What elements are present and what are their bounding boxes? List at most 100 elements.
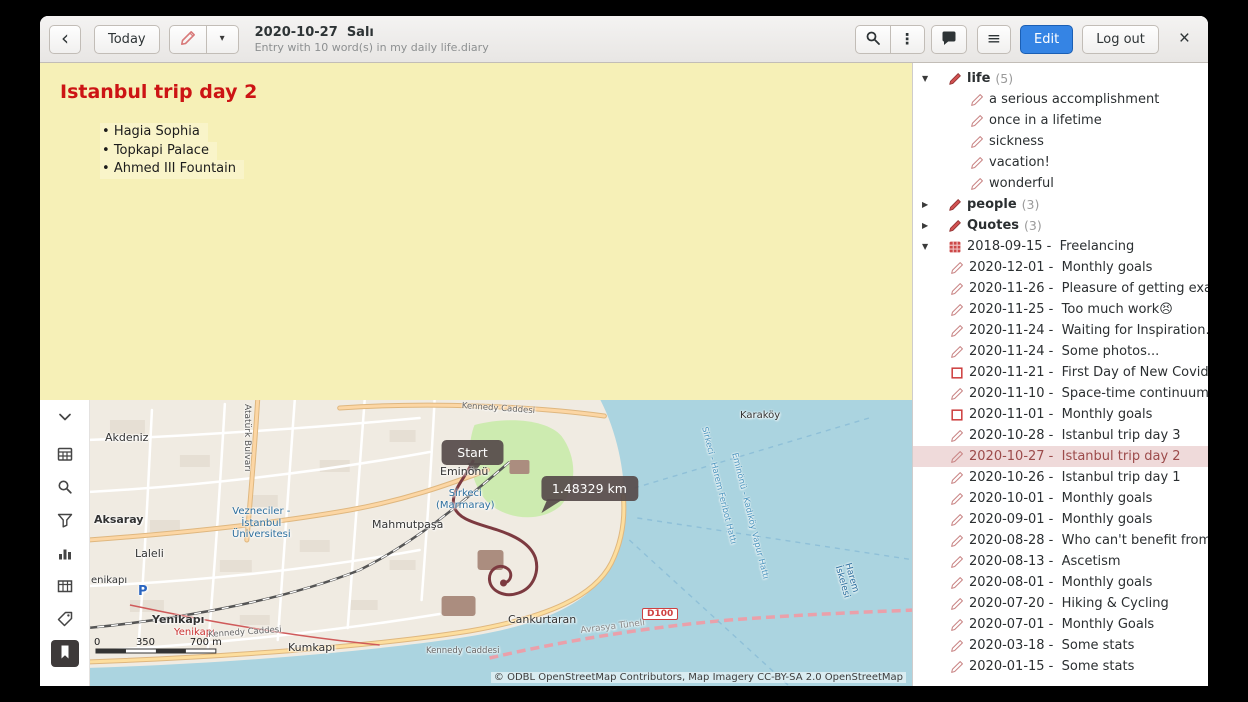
- bookmark-icon: [56, 643, 74, 664]
- expander-open-icon[interactable]: ▼: [920, 242, 948, 251]
- sidebar-item-label: 2020-10-28 - Istanbul trip day 3: [969, 428, 1181, 443]
- sidebar-item[interactable]: 2020-11-26 - Pleasure of getting exac...: [913, 278, 1208, 299]
- logout-button[interactable]: Log out: [1082, 25, 1159, 54]
- sidebar-item-label: Quotes: [967, 218, 1019, 233]
- sidebar-item[interactable]: 2020-10-28 - Istanbul trip day 3: [913, 425, 1208, 446]
- sidebar-item-count: (3): [1024, 218, 1042, 233]
- tags-button[interactable]: [51, 607, 79, 634]
- charts-button[interactable]: [51, 541, 79, 568]
- sidebar-item[interactable]: 2020-11-10 - Space-time continuum: [913, 383, 1208, 404]
- pencil-icon: [970, 177, 985, 191]
- sidebar-item-label: 2020-11-10 - Space-time continuum: [969, 386, 1208, 401]
- filter-button[interactable]: [51, 508, 79, 535]
- map-toolbar: [40, 400, 90, 686]
- sidebar-item[interactable]: 2020-08-28 - Who can't benefit from ...: [913, 530, 1208, 551]
- sidebar-item-label: 2020-07-01 - Monthly Goals: [969, 617, 1154, 632]
- title-block: 2020-10-27 Salı Entry with 10 word(s) in…: [255, 25, 489, 54]
- kebab-menu-icon: ⋮: [900, 32, 915, 47]
- pencil-icon: [950, 450, 965, 464]
- sidebar-item[interactable]: 2020-08-13 - Ascetism: [913, 551, 1208, 572]
- sidebar-item-label: 2020-11-26 - Pleasure of getting exac...: [969, 281, 1208, 296]
- sidebar-item[interactable]: 2020-11-24 - Some photos...: [913, 341, 1208, 362]
- table-view-button[interactable]: [51, 574, 79, 601]
- map-canvas[interactable]: Start 1.48329 km 0 350 700 m: [90, 400, 912, 686]
- sidebar-item-label: vacation!: [989, 155, 1050, 170]
- expander-closed-icon[interactable]: ▶: [920, 221, 948, 230]
- pencil-solid-icon: [948, 219, 963, 233]
- back-button[interactable]: ‹: [49, 25, 81, 54]
- entry-editor[interactable]: Istanbul trip day 2 Hagia SophiaTopkapi …: [40, 63, 912, 400]
- sidebar-item[interactable]: 2020-07-01 - Monthly Goals: [913, 614, 1208, 635]
- sidebar-item-count: (5): [995, 71, 1013, 86]
- sidebar-item[interactable]: 2020-03-18 - Some stats: [913, 635, 1208, 656]
- sidebar-item-label: 2020-11-01 - Monthly goals: [969, 407, 1152, 422]
- pencil-solid-icon: [948, 72, 963, 86]
- chevron-down-icon: ▾: [220, 34, 225, 44]
- headerbar: ‹ Today ▾ 2020-10-27 Salı Entry with 10 …: [40, 16, 1208, 63]
- diary-icon: [948, 240, 963, 254]
- calendar-view-button[interactable]: [51, 442, 79, 469]
- expander-closed-icon[interactable]: ▶: [920, 200, 948, 209]
- search-button[interactable]: [855, 25, 891, 54]
- scale-zero-label: 0: [94, 637, 100, 648]
- sidebar-item[interactable]: 2020-11-01 - Monthly goals: [913, 404, 1208, 425]
- sidebar-item[interactable]: vacation!: [913, 152, 1208, 173]
- search-menu-group: ⋮: [855, 25, 925, 54]
- close-window-button[interactable]: ×: [1170, 28, 1199, 50]
- close-icon: ×: [1179, 28, 1190, 49]
- sidebar-item[interactable]: 2020-01-15 - Some stats: [913, 656, 1208, 677]
- sidebar-item[interactable]: ▼life(5): [913, 68, 1208, 89]
- collapse-panel-button[interactable]: [51, 405, 79, 432]
- filter-funnel-icon: [56, 511, 74, 532]
- sidebar-item[interactable]: ▶people(3): [913, 194, 1208, 215]
- sidebar-item-label: sickness: [989, 134, 1044, 149]
- sidebar-item-label: 2020-11-24 - Some photos...: [969, 344, 1159, 359]
- chat-button[interactable]: [931, 25, 967, 54]
- pencil-icon: [950, 513, 965, 527]
- sidebar-item-label: people: [967, 197, 1017, 212]
- map-view[interactable]: Start 1.48329 km 0 350 700 m: [90, 400, 912, 686]
- page-subtitle: Entry with 10 word(s) in my daily life.d…: [255, 41, 489, 54]
- expander-open-icon[interactable]: ▼: [920, 74, 948, 83]
- search-panel-button[interactable]: [51, 475, 79, 502]
- pencil-icon: [950, 597, 965, 611]
- pencil-icon: [950, 492, 965, 506]
- pencil-icon: [970, 114, 985, 128]
- pencil-icon: [950, 639, 965, 653]
- main-menu-button[interactable]: ≡: [977, 25, 1011, 54]
- sidebar-item[interactable]: 2020-09-01 - Monthly goals: [913, 509, 1208, 530]
- sidebar-item[interactable]: 2020-11-25 - Too much work😣: [913, 299, 1208, 320]
- entry-bullet: Hagia Sophia: [100, 123, 208, 142]
- sidebar-item[interactable]: 2020-10-27 - Istanbul trip day 2: [913, 446, 1208, 467]
- chevron-left-icon: ‹: [61, 28, 69, 48]
- sidebar-item[interactable]: 2020-11-21 - First Day of New Covid R...: [913, 362, 1208, 383]
- sidebar-item[interactable]: wonderful: [913, 173, 1208, 194]
- sidebar-item[interactable]: ▶ Quotes (3): [913, 215, 1208, 236]
- sidebar-item[interactable]: 2020-11-24 - Waiting for Inspiration...: [913, 320, 1208, 341]
- sidebar-item-label: a serious accomplishment: [989, 92, 1159, 107]
- pencil-icon: [970, 135, 985, 149]
- sidebar-item[interactable]: ▼ 2018-09-15 - Freelancing: [913, 236, 1208, 257]
- sidebar-item[interactable]: once in a lifetime: [913, 110, 1208, 131]
- scale-mid-label: 350: [136, 637, 155, 648]
- sidebar-item[interactable]: 2020-10-26 - Istanbul trip day 1: [913, 467, 1208, 488]
- sidebar-item-label: 2020-09-01 - Monthly goals: [969, 512, 1152, 527]
- sidebar-item[interactable]: 2020-07-20 - Hiking & Cycling: [913, 593, 1208, 614]
- sidebar-item[interactable]: a serious accomplishment: [913, 89, 1208, 110]
- entry-bullet: Topkapi Palace: [100, 142, 217, 161]
- sidebar-item-label: 2020-11-21 - First Day of New Covid R...: [969, 365, 1208, 380]
- sidebar-item[interactable]: 2020-12-01 - Monthly goals: [913, 257, 1208, 278]
- new-entry-dropdown-button[interactable]: ▾: [207, 25, 239, 54]
- sidebar-item[interactable]: 2020-08-01 - Monthly goals: [913, 572, 1208, 593]
- square-icon: [950, 408, 965, 422]
- bookmark-panel-button[interactable]: [51, 640, 79, 667]
- map-attribution: © ODBL OpenStreetMap Contributors, Map I…: [491, 672, 906, 683]
- sidebar-item-label: 2018-09-15 - Freelancing: [967, 239, 1134, 254]
- pencil-icon: [950, 324, 965, 338]
- kebab-menu-button[interactable]: ⋮: [891, 25, 925, 54]
- sidebar-item[interactable]: sickness: [913, 131, 1208, 152]
- sidebar-item[interactable]: 2020-10-01 - Monthly goals: [913, 488, 1208, 509]
- today-button[interactable]: Today: [94, 25, 160, 54]
- new-entry-button[interactable]: [169, 25, 207, 54]
- edit-button[interactable]: Edit: [1020, 25, 1073, 54]
